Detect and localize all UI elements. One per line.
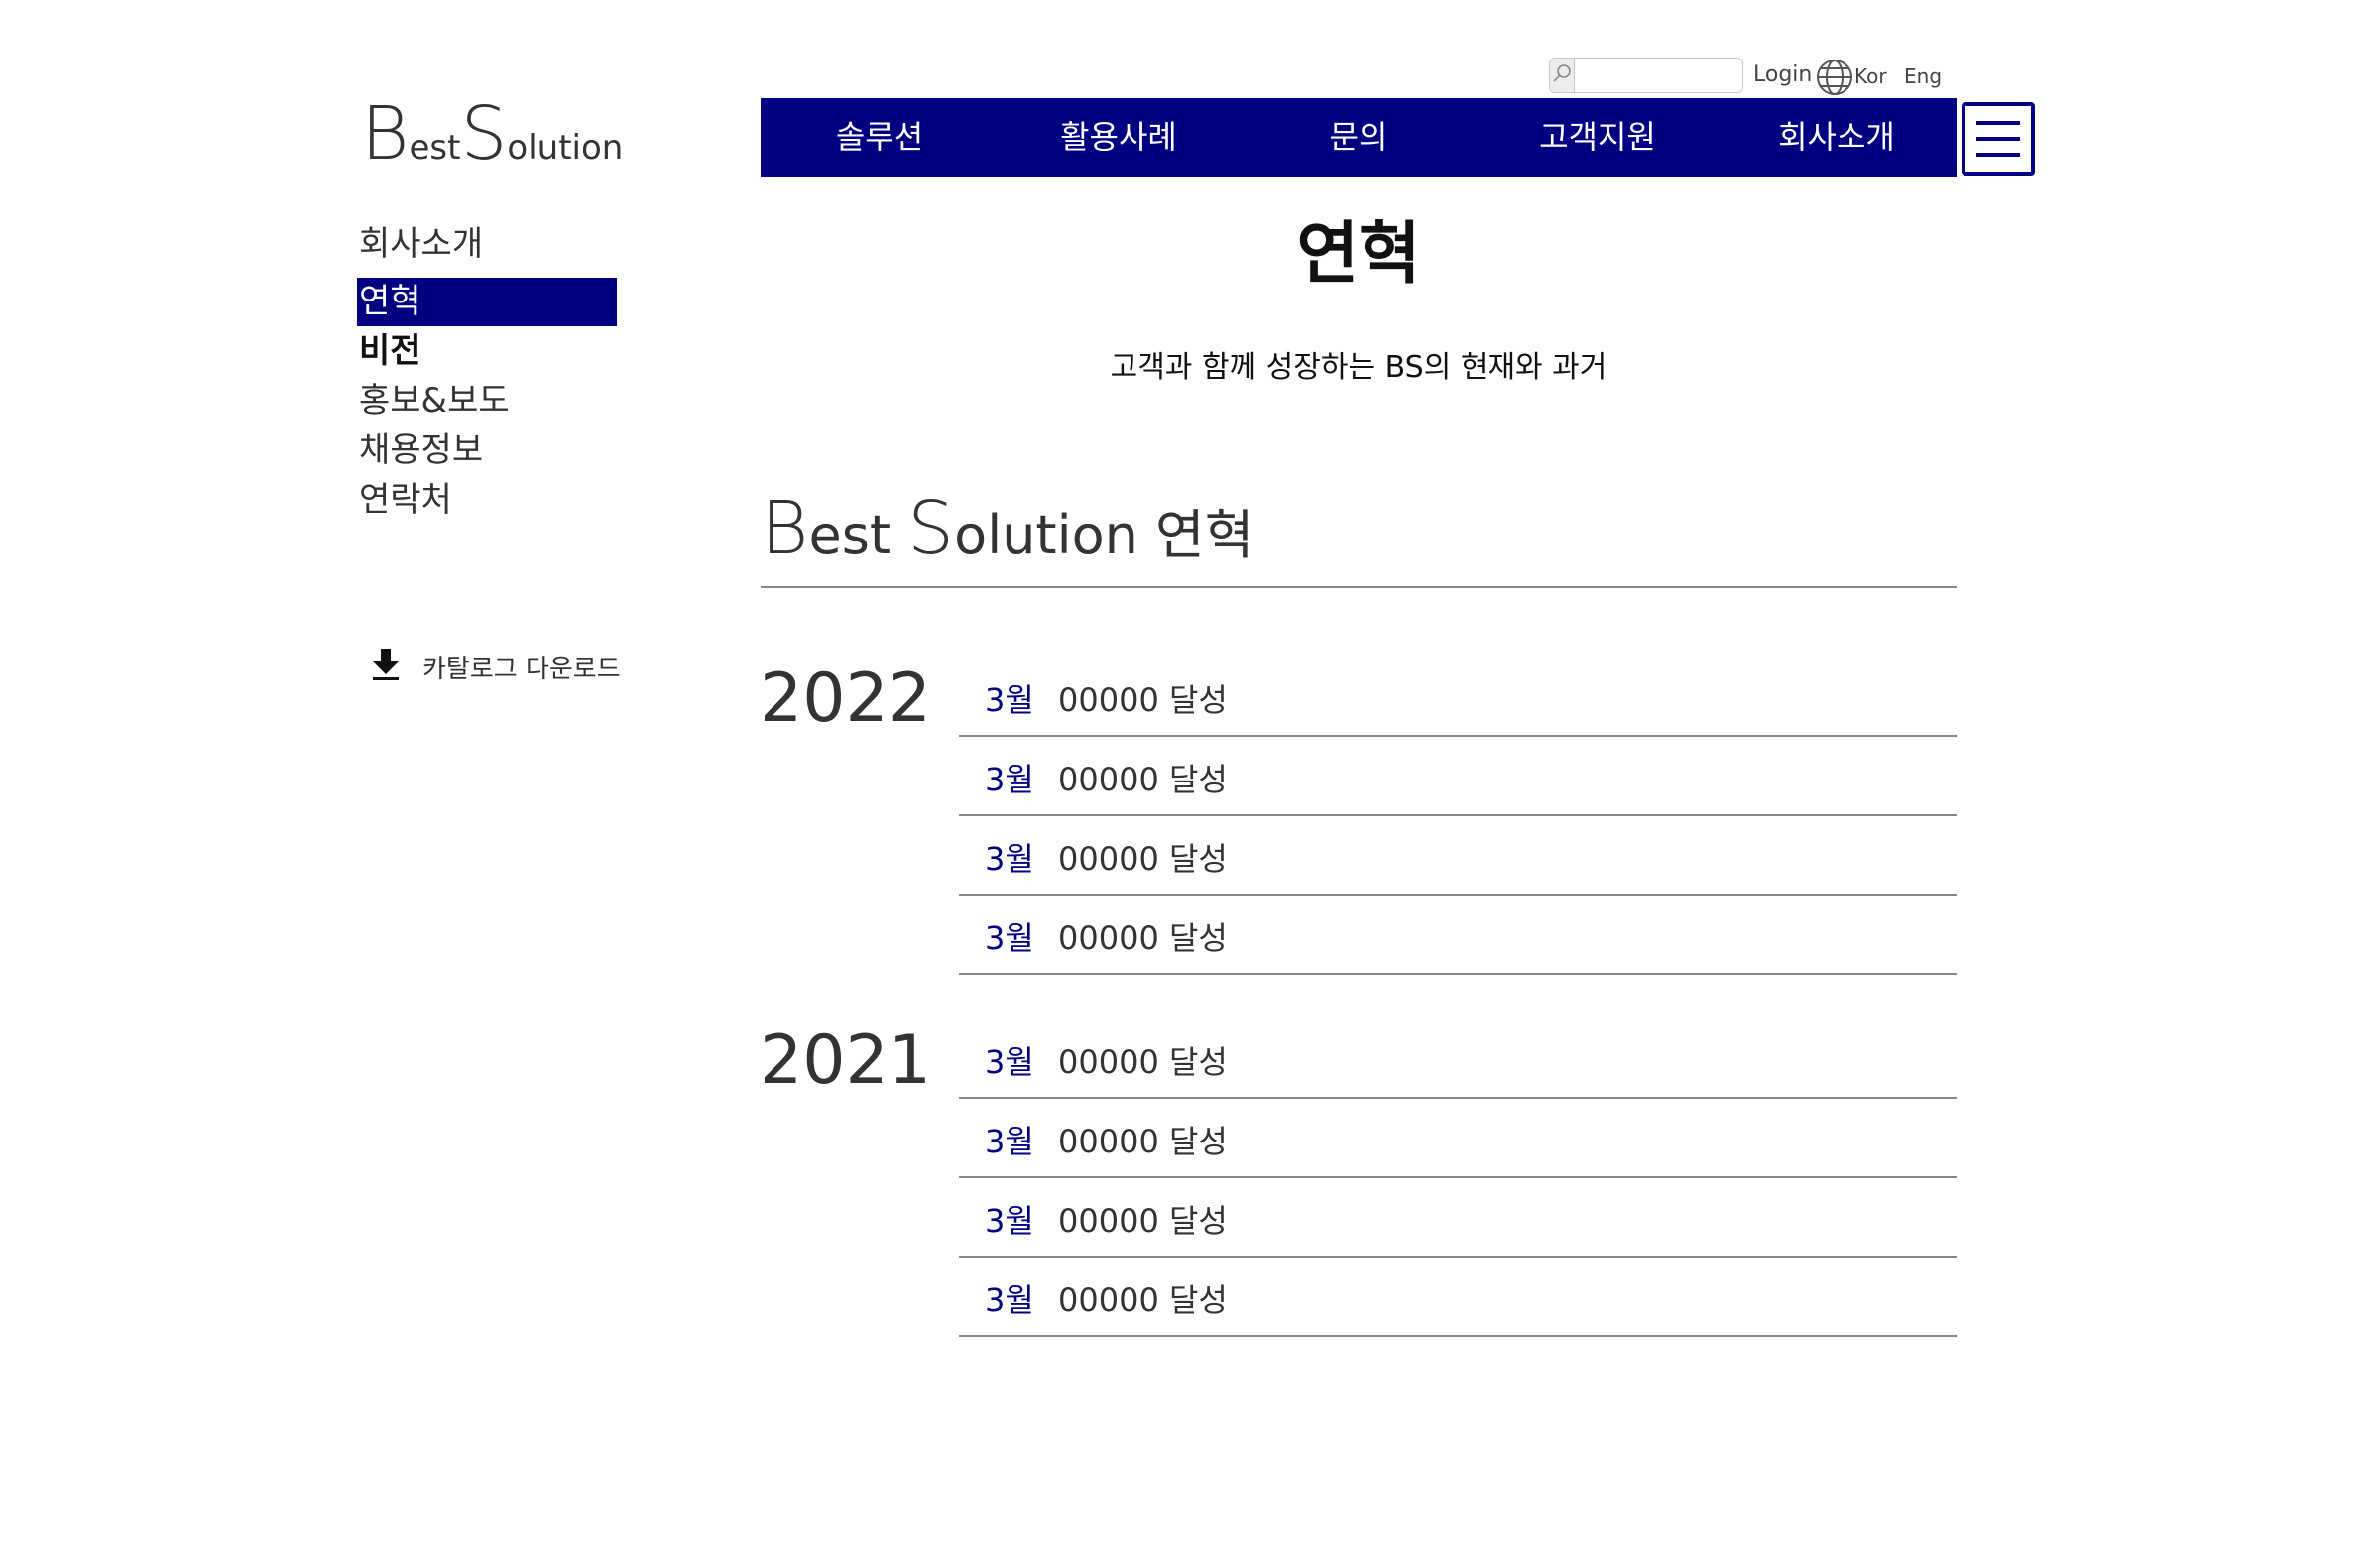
event-description: 00000 달성 [1058,1123,1228,1160]
event-month: 3월 [985,1202,1034,1240]
logo-text-est: est [409,128,461,168]
logo-letter-b: B [361,91,410,177]
nav-item-support[interactable]: 고객지원 [1539,98,1656,177]
event-description: 00000 달성 [1058,681,1228,719]
globe-icon [1815,58,1854,97]
section-divider [761,586,1957,588]
logo-text-olution: olution [507,128,624,168]
search-icon [1550,61,1574,89]
catalog-download-link[interactable]: 카탈로그 다운로드 [369,647,621,686]
event-month: 3월 [985,840,1034,878]
event-month: 3월 [985,1281,1034,1319]
history-event: 3월 00000 달성 [959,1258,1957,1337]
nav-item-use-cases[interactable]: 활용사례 [1060,98,1177,177]
download-icon [369,647,403,686]
site-logo[interactable]: BestSolution [361,91,623,177]
section-title: Best Solution 연혁 [761,486,1253,571]
history-event: 3월 00000 달성 [959,1020,1957,1099]
history-year: 2022 [760,660,932,738]
page-title: 연혁 [1296,215,1421,294]
history-year: 2021 [760,1022,932,1100]
catalog-download-label: 카탈로그 다운로드 [422,654,621,684]
sidebar-item-pr-press[interactable]: 홍보&보도 [357,377,617,425]
nav-item-about[interactable]: 회사소개 [1778,98,1895,177]
sidebar-item-history[interactable]: 연혁 [357,278,617,326]
hamburger-menu-button[interactable] [1962,102,2035,176]
login-link[interactable]: Login [1753,62,1812,87]
history-event: 3월 00000 달성 [959,816,1957,896]
page-subtitle: 고객과 함께 성장하는 BS의 현재와 과거 [1110,350,1607,385]
sidebar-item-careers[interactable]: 채용정보 [357,426,617,475]
nav-item-solution[interactable]: 솔루션 [836,98,923,177]
section-title-est: est [808,504,908,566]
section-title-s: S [907,486,955,571]
main-nav: 솔루션 활용사례 문의 고객지원 회사소개 [761,98,1957,177]
history-event: 3월 00000 달성 [959,658,1957,737]
history-event: 3월 00000 달성 [959,1178,1957,1258]
history-event: 3월 00000 달성 [959,1099,1957,1178]
event-month: 3월 [985,681,1034,719]
event-description: 00000 달성 [1058,840,1228,878]
logo-letter-s: S [460,91,508,177]
event-month: 3월 [985,1123,1034,1160]
lang-kor-link[interactable]: Kor [1854,64,1887,88]
section-title-b: B [761,486,809,571]
section-title-olution: olution [954,504,1156,566]
event-month: 3월 [985,1043,1034,1081]
event-description: 00000 달성 [1058,1202,1228,1240]
event-description: 00000 달성 [1058,1043,1228,1081]
history-event: 3월 00000 달성 [959,896,1957,975]
event-month: 3월 [985,761,1034,798]
event-description: 00000 달성 [1058,761,1228,798]
lang-eng-link[interactable]: Eng [1904,64,1942,88]
history-event: 3월 00000 달성 [959,737,1957,816]
search-button[interactable] [1550,59,1575,92]
event-month: 3월 [985,919,1034,957]
sidebar-title: 회사소개 [359,224,484,264]
sidebar-item-contact[interactable]: 연락처 [357,476,617,525]
search-input[interactable] [1575,59,1742,92]
search-box [1549,58,1743,93]
sidebar-item-vision[interactable]: 비전 [357,327,617,376]
section-title-kr: 연혁 [1155,504,1254,566]
event-description: 00000 달성 [1058,1281,1228,1319]
nav-item-inquiry[interactable]: 문의 [1330,98,1388,177]
event-description: 00000 달성 [1058,919,1228,957]
